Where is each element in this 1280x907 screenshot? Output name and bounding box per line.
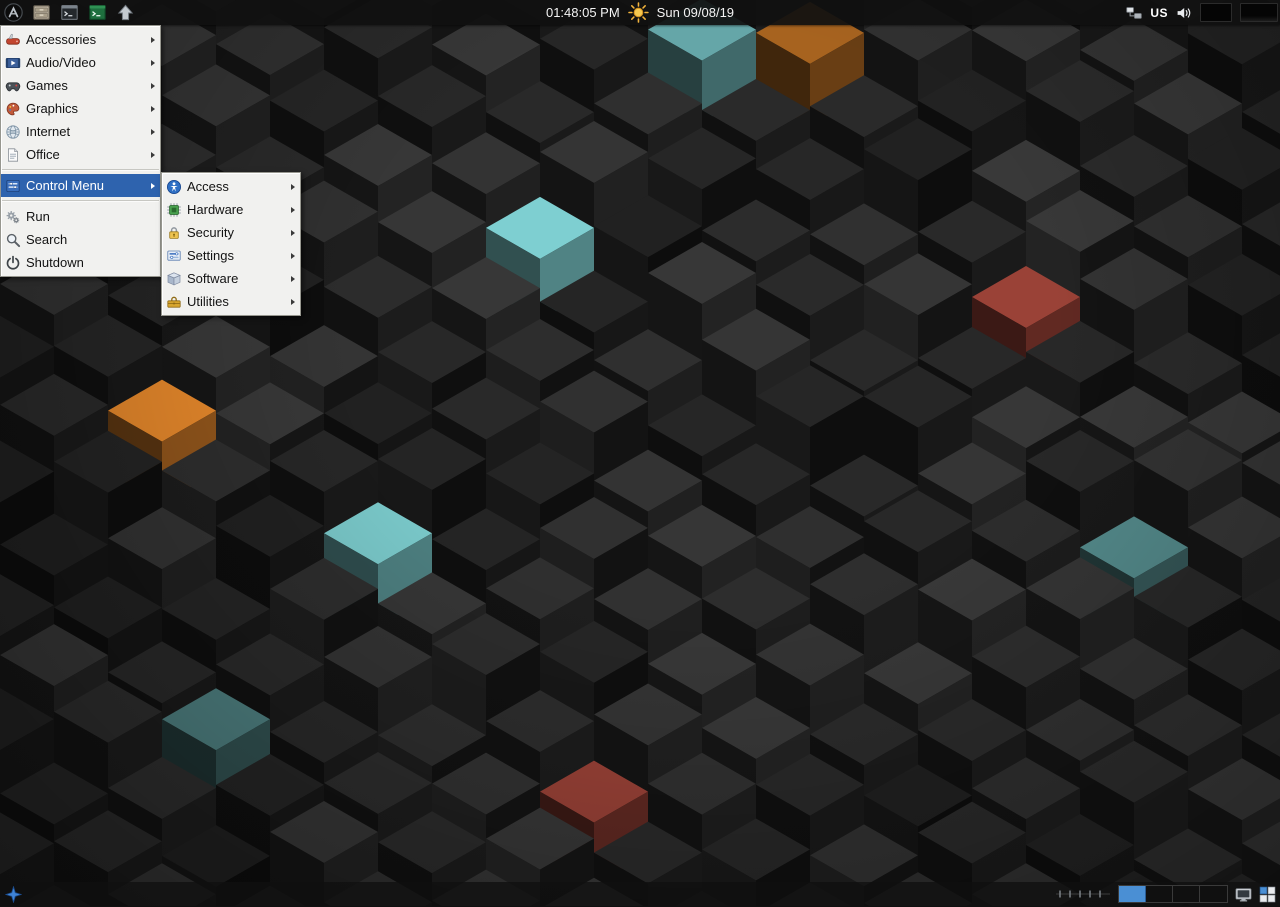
submenu-arrow-icon <box>291 230 295 236</box>
software-icon <box>166 271 182 287</box>
menu-item-label: Access <box>187 179 287 194</box>
submenu-arrow-icon <box>151 37 155 43</box>
menu-item-utilities[interactable]: Utilities <box>162 290 300 313</box>
menu-item-settings[interactable]: Settings <box>162 244 300 267</box>
menu-item-internet[interactable]: Internet <box>1 120 160 143</box>
system-monitor-2 <box>1240 3 1278 22</box>
menu-item-software[interactable]: Software <box>162 267 300 290</box>
layout-grid-icon[interactable] <box>1259 886 1276 903</box>
menu-item-control-menu[interactable]: Control Menu <box>1 174 160 197</box>
workspace-pager <box>1118 885 1228 903</box>
menu-item-label: Office <box>26 147 147 162</box>
search-icon <box>5 232 21 248</box>
bottom-panel <box>0 882 1280 906</box>
menu-item-label: Audio/Video <box>26 55 147 70</box>
menu-item-search[interactable]: Search <box>1 228 160 251</box>
submenu-arrow-icon <box>291 184 295 190</box>
menu-item-access[interactable]: Access <box>162 175 300 198</box>
security-icon <box>166 225 182 241</box>
volume-icon[interactable] <box>1176 5 1192 21</box>
menu-item-hardware[interactable]: Hardware <box>162 198 300 221</box>
shutdown-icon <box>5 255 21 271</box>
control-menu-icon <box>5 178 21 194</box>
panel-slider[interactable] <box>1055 886 1111 902</box>
launcher-bar <box>0 0 135 25</box>
terminal-icon[interactable] <box>60 3 79 22</box>
submenu-arrow-icon <box>151 183 155 189</box>
menu-item-label: Run <box>26 209 155 224</box>
menu-item-security[interactable]: Security <box>162 221 300 244</box>
clock-time: 01:48:05 PM <box>546 5 620 20</box>
run-icon <box>5 209 21 225</box>
clock-group: 01:48:05 PM Sun 09/08/19 <box>546 0 734 25</box>
hardware-icon <box>166 202 182 218</box>
submenu-arrow-icon <box>151 60 155 66</box>
top-panel: 01:48:05 PM Sun 09/08/19 US <box>0 0 1280 25</box>
network-icon[interactable] <box>1126 5 1142 21</box>
applications-menu: Accessories Audio/Video Games Graphics Inter… <box>0 25 161 277</box>
workspace-2[interactable] <box>1146 886 1173 902</box>
submenu-arrow-icon <box>291 276 295 282</box>
submenu-arrow-icon <box>291 207 295 213</box>
control-menu-submenu: Access Hardware Security Settings Software Ut… <box>161 172 301 316</box>
clock-date: Sun 09/08/19 <box>657 5 734 20</box>
submenu-arrow-icon <box>151 106 155 112</box>
menu-separator <box>2 200 159 202</box>
menu-item-label: Accessories <box>26 32 147 47</box>
settings-icon <box>166 248 182 264</box>
menu-item-run[interactable]: Run <box>1 205 160 228</box>
internet-icon <box>5 124 21 140</box>
submenu-arrow-icon <box>291 299 295 305</box>
access-icon <box>166 179 182 195</box>
menu-item-label: Software <box>187 271 287 286</box>
workspace-3[interactable] <box>1173 886 1200 902</box>
menu-item-games[interactable]: Games <box>1 74 160 97</box>
menu-item-label: Search <box>26 232 155 247</box>
app-menu-logo-icon[interactable] <box>4 3 23 22</box>
menu-item-label: Graphics <box>26 101 147 116</box>
workspace-4[interactable] <box>1200 886 1227 902</box>
green-terminal-icon[interactable] <box>88 3 107 22</box>
desktop-launcher-icon[interactable] <box>5 886 22 903</box>
workspace-1[interactable] <box>1119 886 1146 902</box>
games-icon <box>5 78 21 94</box>
menu-item-audio-video[interactable]: Audio/Video <box>1 51 160 74</box>
desktop-wallpaper <box>0 0 1280 906</box>
up-arrow-icon[interactable] <box>116 3 135 22</box>
bottom-right-group <box>1055 882 1280 906</box>
graphics-icon <box>5 101 21 117</box>
system-tray: US <box>1126 0 1280 25</box>
office-icon <box>5 147 21 163</box>
menu-separator <box>2 169 159 171</box>
file-manager-icon[interactable] <box>32 3 51 22</box>
weather-sun-icon <box>628 2 649 23</box>
menu-item-label: Hardware <box>187 202 287 217</box>
menu-item-shutdown[interactable]: Shutdown <box>1 251 160 274</box>
keyboard-layout-indicator[interactable]: US <box>1150 6 1168 20</box>
utilities-icon <box>166 294 182 310</box>
menu-item-label: Games <box>26 78 147 93</box>
bottom-left-group <box>0 882 22 906</box>
submenu-arrow-icon <box>151 83 155 89</box>
menu-item-label: Security <box>187 225 287 240</box>
monitor-icon[interactable] <box>1235 886 1252 903</box>
menu-item-graphics[interactable]: Graphics <box>1 97 160 120</box>
menu-item-office[interactable]: Office <box>1 143 160 166</box>
menu-item-label: Control Menu <box>26 178 147 193</box>
submenu-arrow-icon <box>151 129 155 135</box>
menu-item-accessories[interactable]: Accessories <box>1 28 160 51</box>
submenu-arrow-icon <box>151 152 155 158</box>
menu-item-label: Internet <box>26 124 147 139</box>
menu-item-label: Shutdown <box>26 255 155 270</box>
menu-item-label: Utilities <box>187 294 287 309</box>
submenu-arrow-icon <box>291 253 295 259</box>
menu-item-label: Settings <box>187 248 287 263</box>
audio-video-icon <box>5 55 21 71</box>
accessories-icon <box>5 32 21 48</box>
system-monitor-1 <box>1200 3 1232 22</box>
